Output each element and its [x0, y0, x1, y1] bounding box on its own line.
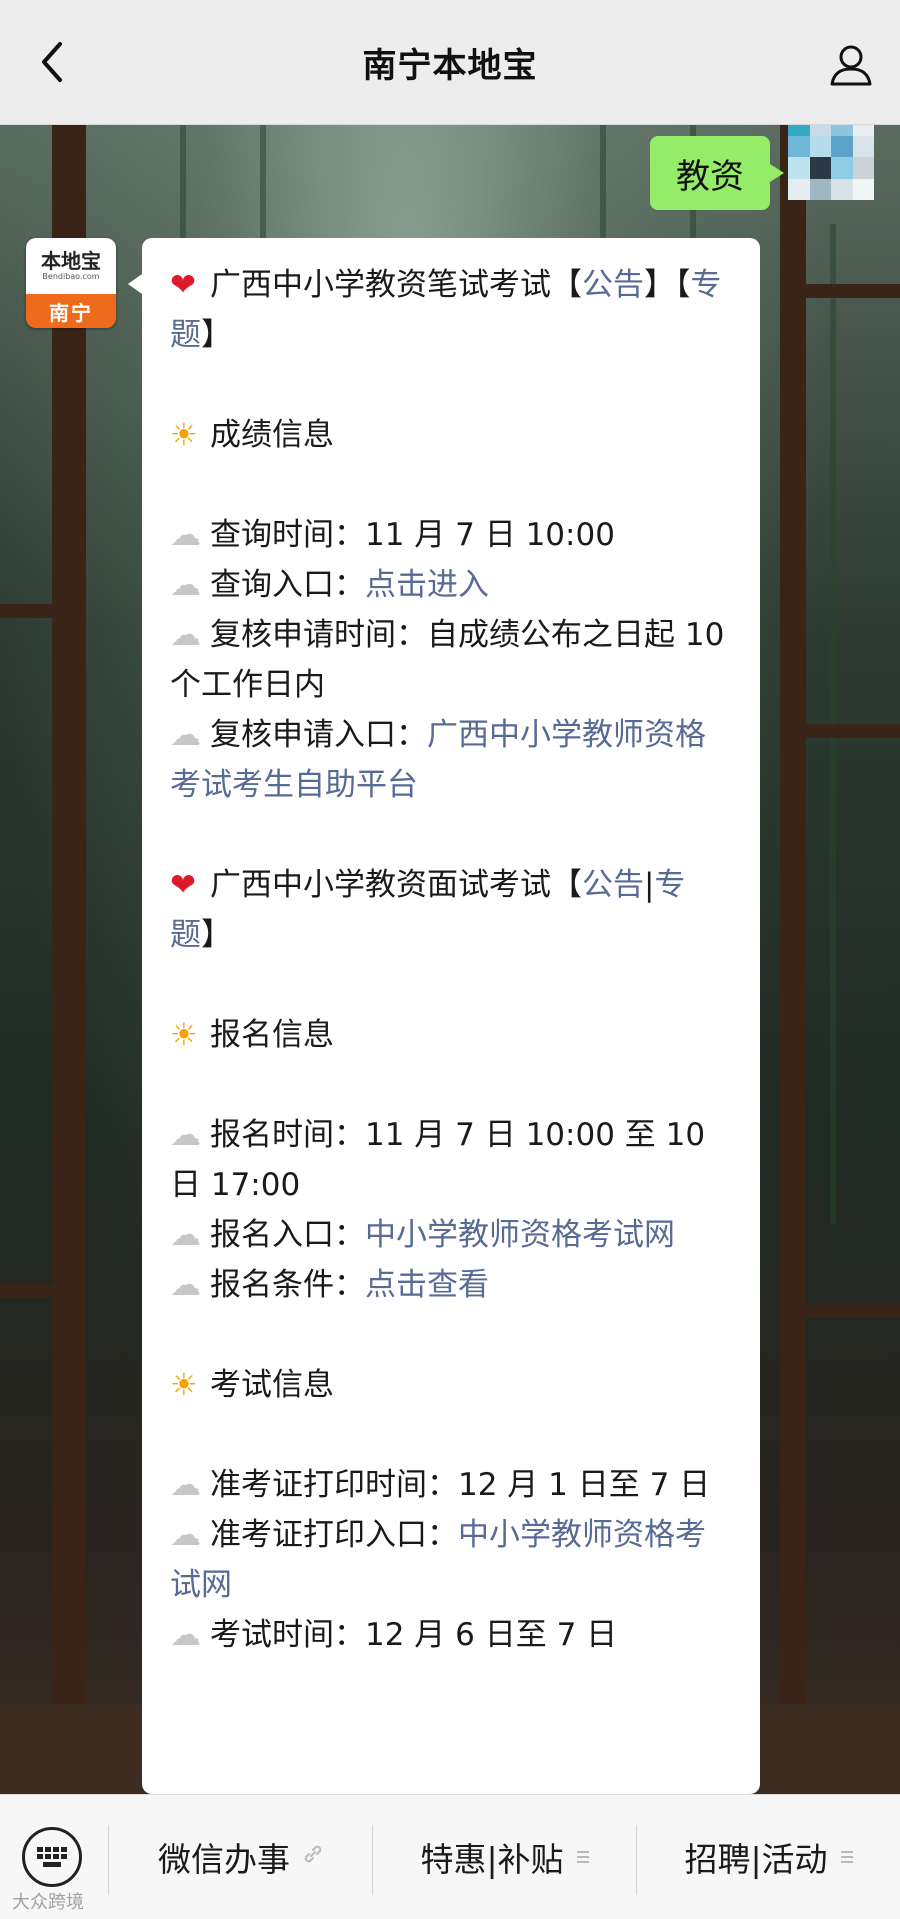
message-link[interactable]: 公告 [582, 267, 644, 303]
keyboard-icon [37, 1847, 67, 1867]
message-line: ☁ 复核申请入口：广西中小学教师资格考试考生自助平台 [170, 710, 736, 810]
message-text: 报名条件： [210, 1267, 365, 1303]
avatar-city: 南宁 [26, 294, 116, 328]
message-text: 广西中小学教资笔试考试【 [210, 267, 582, 303]
cloud-icon: ☁ [170, 517, 201, 553]
cloud-icon: ☁ [170, 1517, 201, 1553]
message-link[interactable]: 公告 [582, 867, 644, 903]
message-link[interactable]: 点击进入 [365, 567, 489, 603]
menu-discounts-subsidies[interactable]: 特惠|补贴 [374, 1795, 636, 1919]
heart-icon: ❤ [170, 867, 196, 903]
message-text: 】【 [644, 267, 691, 303]
chevron-left-icon [42, 42, 62, 82]
message-text: | [644, 867, 655, 903]
cloud-icon: ☁ [170, 1617, 201, 1653]
message-text: 准考证打印时间：12 月 1 日至 7 日 [210, 1467, 711, 1503]
link-icon [302, 1843, 324, 1871]
sent-message-bubble[interactable]: 教资 [650, 136, 784, 210]
message-line: ☁ 报名条件：点击查看 [170, 1260, 736, 1310]
message-link[interactable]: 点击查看 [365, 1267, 489, 1303]
avatar-brand-en: Bendibao.com [42, 272, 100, 281]
message-line: ☁ 考试时间：12 月 6 日至 7 日 [170, 1610, 736, 1660]
cloud-icon: ☁ [170, 1467, 201, 1503]
menu-lines-icon [840, 1845, 854, 1870]
message-line: ☁ 报名入口：中小学教师资格考试网 [170, 1210, 736, 1260]
message-text: 报名信息 [210, 1017, 334, 1053]
message-line: ☁ 查询时间：11 月 7 日 10:00 [170, 510, 736, 560]
menu-wechat-services[interactable]: 微信办事 [110, 1795, 372, 1919]
cloud-icon: ☁ [170, 1217, 201, 1253]
keyboard-toggle-button[interactable] [22, 1827, 82, 1887]
menu-lines-icon [576, 1845, 590, 1870]
message-line: ☁ 报名时间：11 月 7 日 10:00 至 10日 17:00 [170, 1110, 736, 1210]
message-text: 复核申请入口： [210, 717, 427, 753]
message-line: ☁ 准考证打印入口：中小学教师资格考试网 [170, 1510, 736, 1610]
message-line: ☁ 查询入口：点击进入 [170, 560, 736, 610]
sent-message-text: 教资 [676, 156, 744, 197]
menu-label: 招聘|活动 [684, 1840, 828, 1879]
profile-button[interactable] [826, 40, 876, 90]
message-text: 准考证打印入口： [210, 1517, 458, 1553]
sun-icon: ☀ [170, 1017, 198, 1053]
message-line: ☁ 准考证打印时间：12 月 1 日至 7 日 [170, 1460, 736, 1510]
navigation-bar: 南宁本地宝 [0, 0, 900, 125]
message-text: 考试时间：12 月 6 日至 7 日 [210, 1617, 618, 1653]
menu-jobs-events[interactable]: 招聘|活动 [638, 1795, 900, 1919]
cloud-icon: ☁ [170, 617, 201, 653]
back-button[interactable] [30, 38, 74, 86]
message-text: 报名时间：11 月 7 日 10:00 至 10日 17:00 [170, 1117, 706, 1203]
message-text: 】 [201, 317, 232, 353]
sun-icon: ☀ [170, 1367, 198, 1403]
message-line: ☁ 复核申请时间：自成绩公布之日起 10 个工作日内 [170, 610, 736, 710]
page-title: 南宁本地宝 [362, 45, 538, 86]
message-line: ☀ 考试信息 [170, 1360, 736, 1410]
heart-icon: ❤ [170, 267, 196, 303]
message-link[interactable]: 中小学教师资格考试网 [365, 1217, 675, 1253]
cloud-icon: ☁ [170, 1267, 201, 1303]
message-text: 考试信息 [210, 1367, 334, 1403]
menu-label: 特惠|补贴 [420, 1840, 564, 1879]
sun-icon: ☀ [170, 417, 198, 453]
cloud-icon: ☁ [170, 717, 201, 753]
watermark: 大众跨境 [12, 1892, 84, 1913]
message-line: ❤ 广西中小学教资笔试考试【公告】【专题】 [170, 260, 736, 360]
message-line: ☀ 报名信息 [170, 1010, 736, 1060]
received-message-card: ❤ 广西中小学教资笔试考试【公告】【专题】 ☀ 成绩信息 ☁ 查询时间：11 月 7 日 … [128, 238, 760, 1794]
official-account-avatar[interactable]: 本地宝 Bendibao.com 南宁 [26, 238, 116, 328]
message-text: 查询时间：11 月 7 日 10:00 [210, 517, 615, 553]
bottom-menu-bar: 微信办事 特惠|补贴 招聘|活动 [0, 1794, 900, 1919]
person-icon [830, 45, 872, 86]
message-line: ❤ 广西中小学教资面试考试【公告|专题】 [170, 860, 736, 960]
message-text: 成绩信息 [210, 417, 334, 453]
message-text: 广西中小学教资面试考试【 [210, 867, 582, 903]
cloud-icon: ☁ [170, 567, 201, 603]
message-text: 报名入口： [210, 1217, 365, 1253]
menu-label: 微信办事 [158, 1840, 290, 1879]
message-text: 查询入口： [210, 567, 365, 603]
message-line: ☀ 成绩信息 [170, 410, 736, 460]
avatar-brand: 本地宝 [41, 249, 101, 273]
message-text: 复核申请时间：自成绩公布之日起 10 个工作日内 [170, 617, 725, 703]
user-avatar[interactable] [788, 114, 874, 200]
cloud-icon: ☁ [170, 1117, 201, 1153]
message-text: 】 [201, 917, 232, 953]
